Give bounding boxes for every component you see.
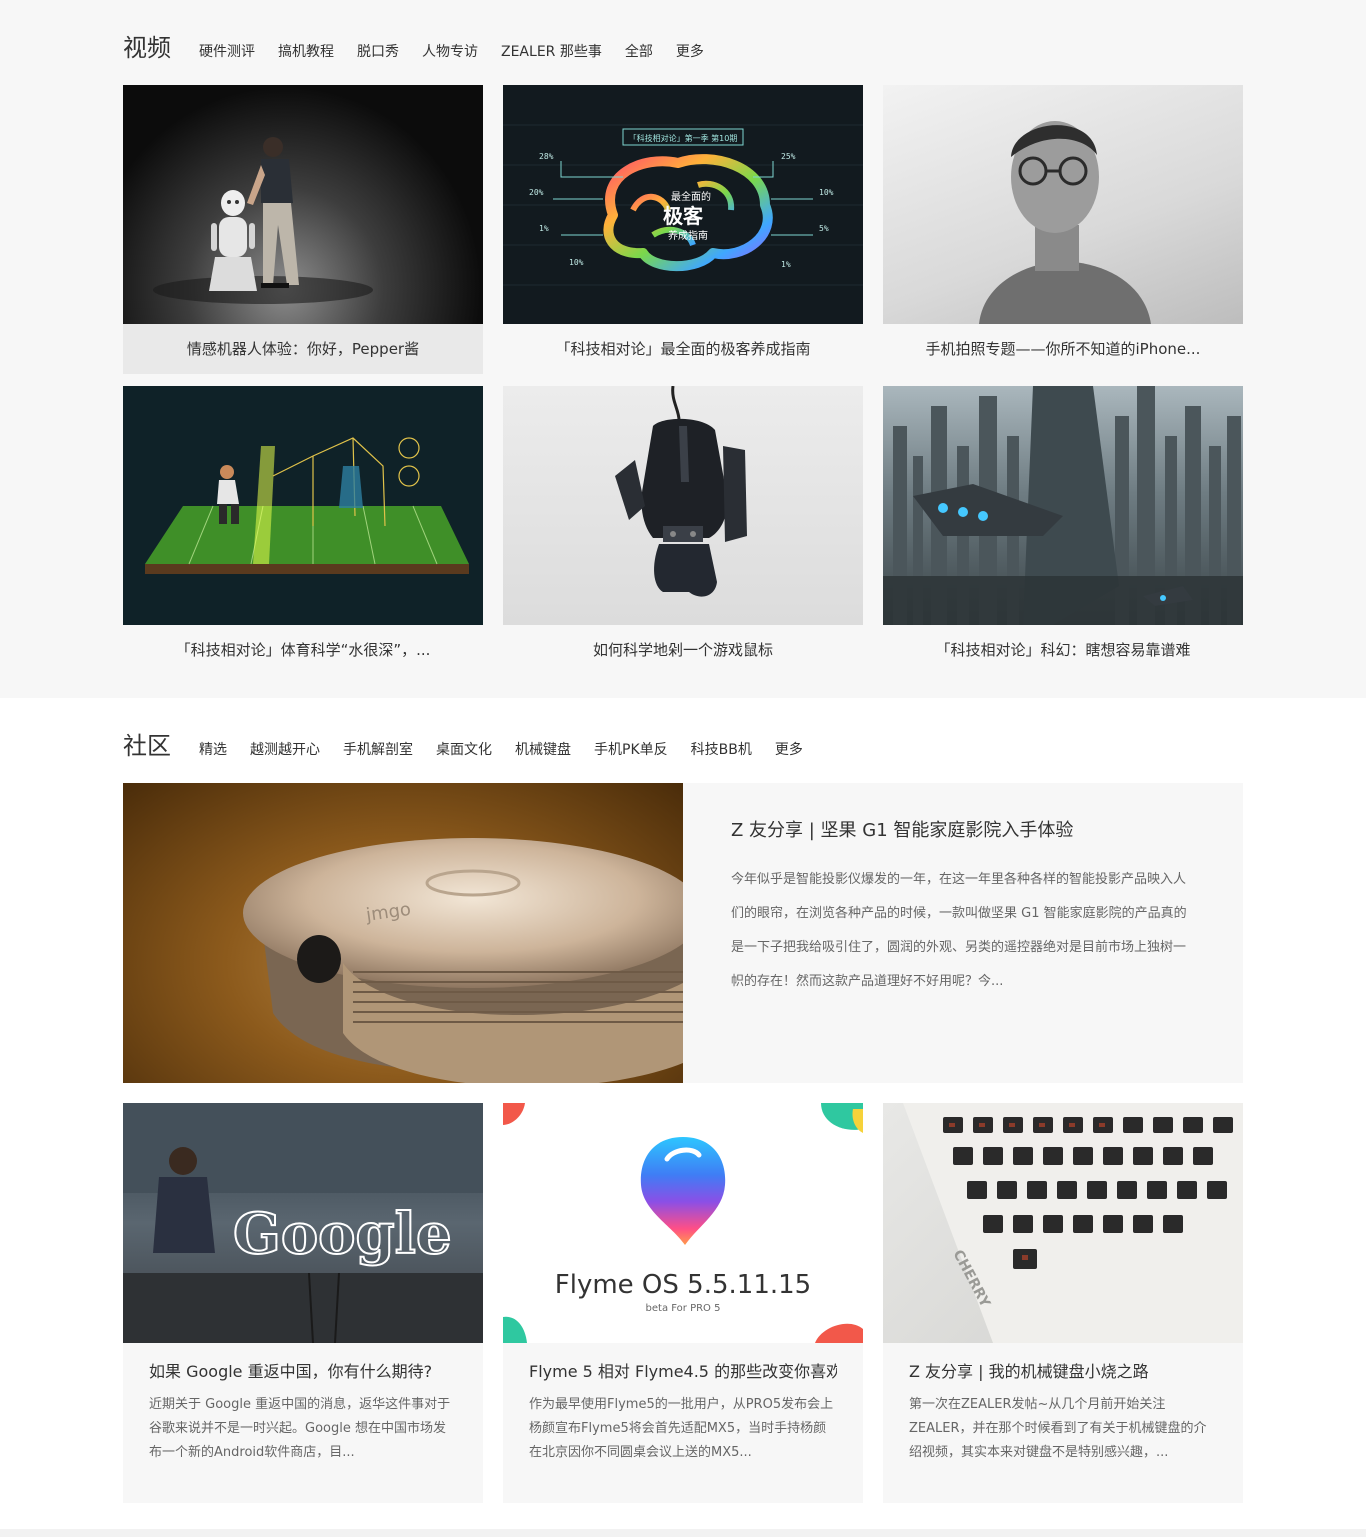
video-thumbnail-portrait	[883, 85, 1243, 324]
community-nav-keyboards[interactable]: 机械键盘	[515, 740, 571, 760]
featured-post-excerpt: 今年似乎是智能投影仪爆发的一年，在这一年里各种各样的智能投影产品映入人们的眼帘，…	[731, 872, 1187, 989]
video-card-pepper[interactable]: 情感机器人体验：你好，Pepper酱	[123, 85, 483, 374]
post-excerpt: 作为最早使用Flyme5的一批用户，从PRO5发布会上杨颜宣布Flyme5将会首…	[529, 1397, 834, 1460]
video-thumbnail-football-field	[123, 386, 483, 625]
brain-line2: 极客	[663, 204, 704, 228]
google-neon-text: Google	[233, 1201, 452, 1267]
video-thumbnail-gaming-mouse	[503, 386, 863, 625]
featured-post[interactable]: jmgo Z 友分享 | 坚果 G1 智能家庭影院入手体验 今年似乎是智能投影仪…	[123, 783, 1243, 1083]
video-category-nav: 硬件测评 搞机教程 脱口秀 人物专访 ZEALER 那些事 全部 更多	[199, 42, 704, 64]
post-card-flyme5[interactable]: Flyme OS 5.5.11.15 beta For PRO 5 Flyme …	[503, 1103, 863, 1503]
post-image-keyboard: CHERRY	[883, 1103, 1243, 1343]
brain-stat-4: 10%	[819, 188, 834, 197]
post-card-body: 如果 Google 重返中国，你有什么期待? 近期关于 Google 重返中国的…	[123, 1343, 483, 1465]
community-nav-featured[interactable]: 精选	[199, 740, 227, 760]
flyme-os-subtitle: beta For PRO 5	[646, 1303, 721, 1314]
brain-stat-6: 5%	[819, 224, 829, 233]
video-card-geek-guide[interactable]: 「科技相对论」第一季 第10期 最全面的 极客 养成指南 28% 25% 20%…	[503, 85, 863, 374]
post-card-body: Z 友分享 | 我的机械键盘小烧之路 第一次在ZEALER发帖~从几个月前开始关…	[883, 1343, 1243, 1465]
post-excerpt: 近期关于 Google 重返中国的消息，返华这件事对于谷歌来说并不是一时兴起。G…	[149, 1397, 451, 1460]
post-image-google-neon: Google	[123, 1103, 483, 1343]
video-header: 视频 硬件测评 搞机教程 脱口秀 人物专访 ZEALER 那些事 全部 更多	[123, 32, 1243, 64]
video-nav-hardware-review[interactable]: 硬件测评	[199, 42, 255, 62]
community-grid: Google 如果 Google 重返中国，你有什么期待? 近期关于 Googl…	[123, 1103, 1243, 1503]
brain-stat-2: 25%	[781, 152, 796, 161]
brain-stat-7: 10%	[569, 258, 584, 267]
brain-badge-text: 「科技相对论」第一季 第10期	[629, 133, 738, 143]
featured-post-title: Z 友分享 | 坚果 G1 智能家庭影院入手体验	[731, 820, 1074, 841]
flyme-os-title: Flyme OS 5.5.11.15	[555, 1270, 811, 1300]
video-caption: 「科技相对论」体育科学“水很深”，...	[175, 641, 431, 659]
featured-post-image: jmgo	[123, 783, 683, 1083]
video-caption: 如何科学地剁一个游戏鼠标	[592, 641, 773, 659]
community-category-nav: 精选 越测越开心 手机解剖室 桌面文化 机械键盘 手机PK单反 科技BB机 更多	[199, 740, 803, 762]
video-nav-all[interactable]: 全部	[625, 42, 653, 62]
brain-stat-1: 28%	[539, 152, 554, 161]
post-card-body: Flyme 5 相对 Flyme4.5 的那些改变你喜欢吗 作为最早使用Flym…	[503, 1343, 863, 1465]
video-caption: 「科技相对论」科幻：瞎想容易靠谱难	[935, 641, 1191, 659]
post-card-google-china[interactable]: Google 如果 Google 重返中国，你有什么期待? 近期关于 Googl…	[123, 1103, 483, 1503]
video-card-sports-science[interactable]: 「科技相对论」体育科学“水很深”，...	[123, 386, 483, 675]
video-card-iphone-photo[interactable]: 手机拍照专题——你所不知道的iPhone...	[883, 85, 1243, 374]
post-card-mech-keyboard[interactable]: CHERRY Z 友分享 | 我的机械键盘小烧之路 第一次在ZEALER发帖~从…	[883, 1103, 1243, 1503]
brain-line3: 养成指南	[668, 229, 708, 242]
post-title: Z 友分享 | 我的机械键盘小烧之路	[909, 1362, 1149, 1381]
community-nav-fun-tests[interactable]: 越测越开心	[250, 740, 320, 760]
community-nav-teardown[interactable]: 手机解剖室	[343, 740, 413, 760]
post-title: Flyme 5 相对 Flyme4.5 的那些改变你喜欢吗	[529, 1362, 837, 1381]
video-nav-zealer-stories[interactable]: ZEALER 那些事	[501, 42, 602, 62]
community-nav-phone-vs-dslr[interactable]: 手机PK单反	[594, 740, 668, 760]
post-image-flyme-os: Flyme OS 5.5.11.15 beta For PRO 5	[503, 1103, 863, 1343]
video-grid: 情感机器人体验：你好，Pepper酱 「科技相对论」第一季 第10期 最全面的 …	[123, 85, 1243, 675]
video-card-gaming-mouse[interactable]: 如何科学地剁一个游戏鼠标	[503, 386, 863, 675]
video-section: 视频 硬件测评 搞机教程 脱口秀 人物专访 ZEALER 那些事 全部 更多 情…	[0, 0, 1366, 698]
community-header: 社区 精选 越测越开心 手机解剖室 桌面文化 机械键盘 手机PK单反 科技BB机…	[123, 730, 1243, 762]
page-bottom-strip	[0, 1529, 1366, 1537]
community-section: 社区 精选 越测越开心 手机解剖室 桌面文化 机械键盘 手机PK单反 科技BB机…	[0, 698, 1366, 1537]
video-nav-interviews[interactable]: 人物专访	[422, 42, 478, 62]
video-thumbnail-scifi-city	[883, 386, 1243, 625]
brain-line1: 最全面的	[671, 190, 711, 203]
video-nav-talk-show[interactable]: 脱口秀	[357, 42, 399, 62]
community-section-title: 社区	[123, 732, 171, 760]
video-caption: 情感机器人体验：你好，Pepper酱	[123, 324, 483, 374]
community-nav-desktop[interactable]: 桌面文化	[436, 740, 492, 760]
video-caption: 「科技相对论」最全面的极客养成指南	[555, 340, 811, 358]
community-nav-more[interactable]: 更多	[775, 740, 803, 760]
video-card-scifi[interactable]: 「科技相对论」科幻：瞎想容易靠谱难	[883, 386, 1243, 675]
video-nav-more[interactable]: 更多	[676, 42, 704, 62]
brain-stat-5: 1%	[539, 224, 549, 233]
brain-stat-3: 20%	[529, 188, 544, 197]
video-nav-tutorials[interactable]: 搞机教程	[278, 42, 334, 62]
brain-stat-8: 1%	[781, 260, 791, 269]
post-title: 如果 Google 重返中国，你有什么期待?	[149, 1362, 433, 1381]
video-caption: 手机拍照专题——你所不知道的iPhone...	[925, 340, 1201, 358]
community-nav-tech-bb[interactable]: 科技BB机	[691, 740, 752, 760]
post-excerpt: 第一次在ZEALER发帖~从几个月前开始关注ZEALER，并在那个时候看到了有关…	[909, 1397, 1207, 1460]
video-section-title: 视频	[123, 34, 171, 62]
video-thumbnail-brain-infographic: 「科技相对论」第一季 第10期 最全面的 极客 养成指南 28% 25% 20%…	[503, 85, 863, 324]
featured-post-body: Z 友分享 | 坚果 G1 智能家庭影院入手体验 今年似乎是智能投影仪爆发的一年…	[683, 783, 1243, 1083]
video-thumbnail-pepper-robot	[123, 85, 483, 324]
